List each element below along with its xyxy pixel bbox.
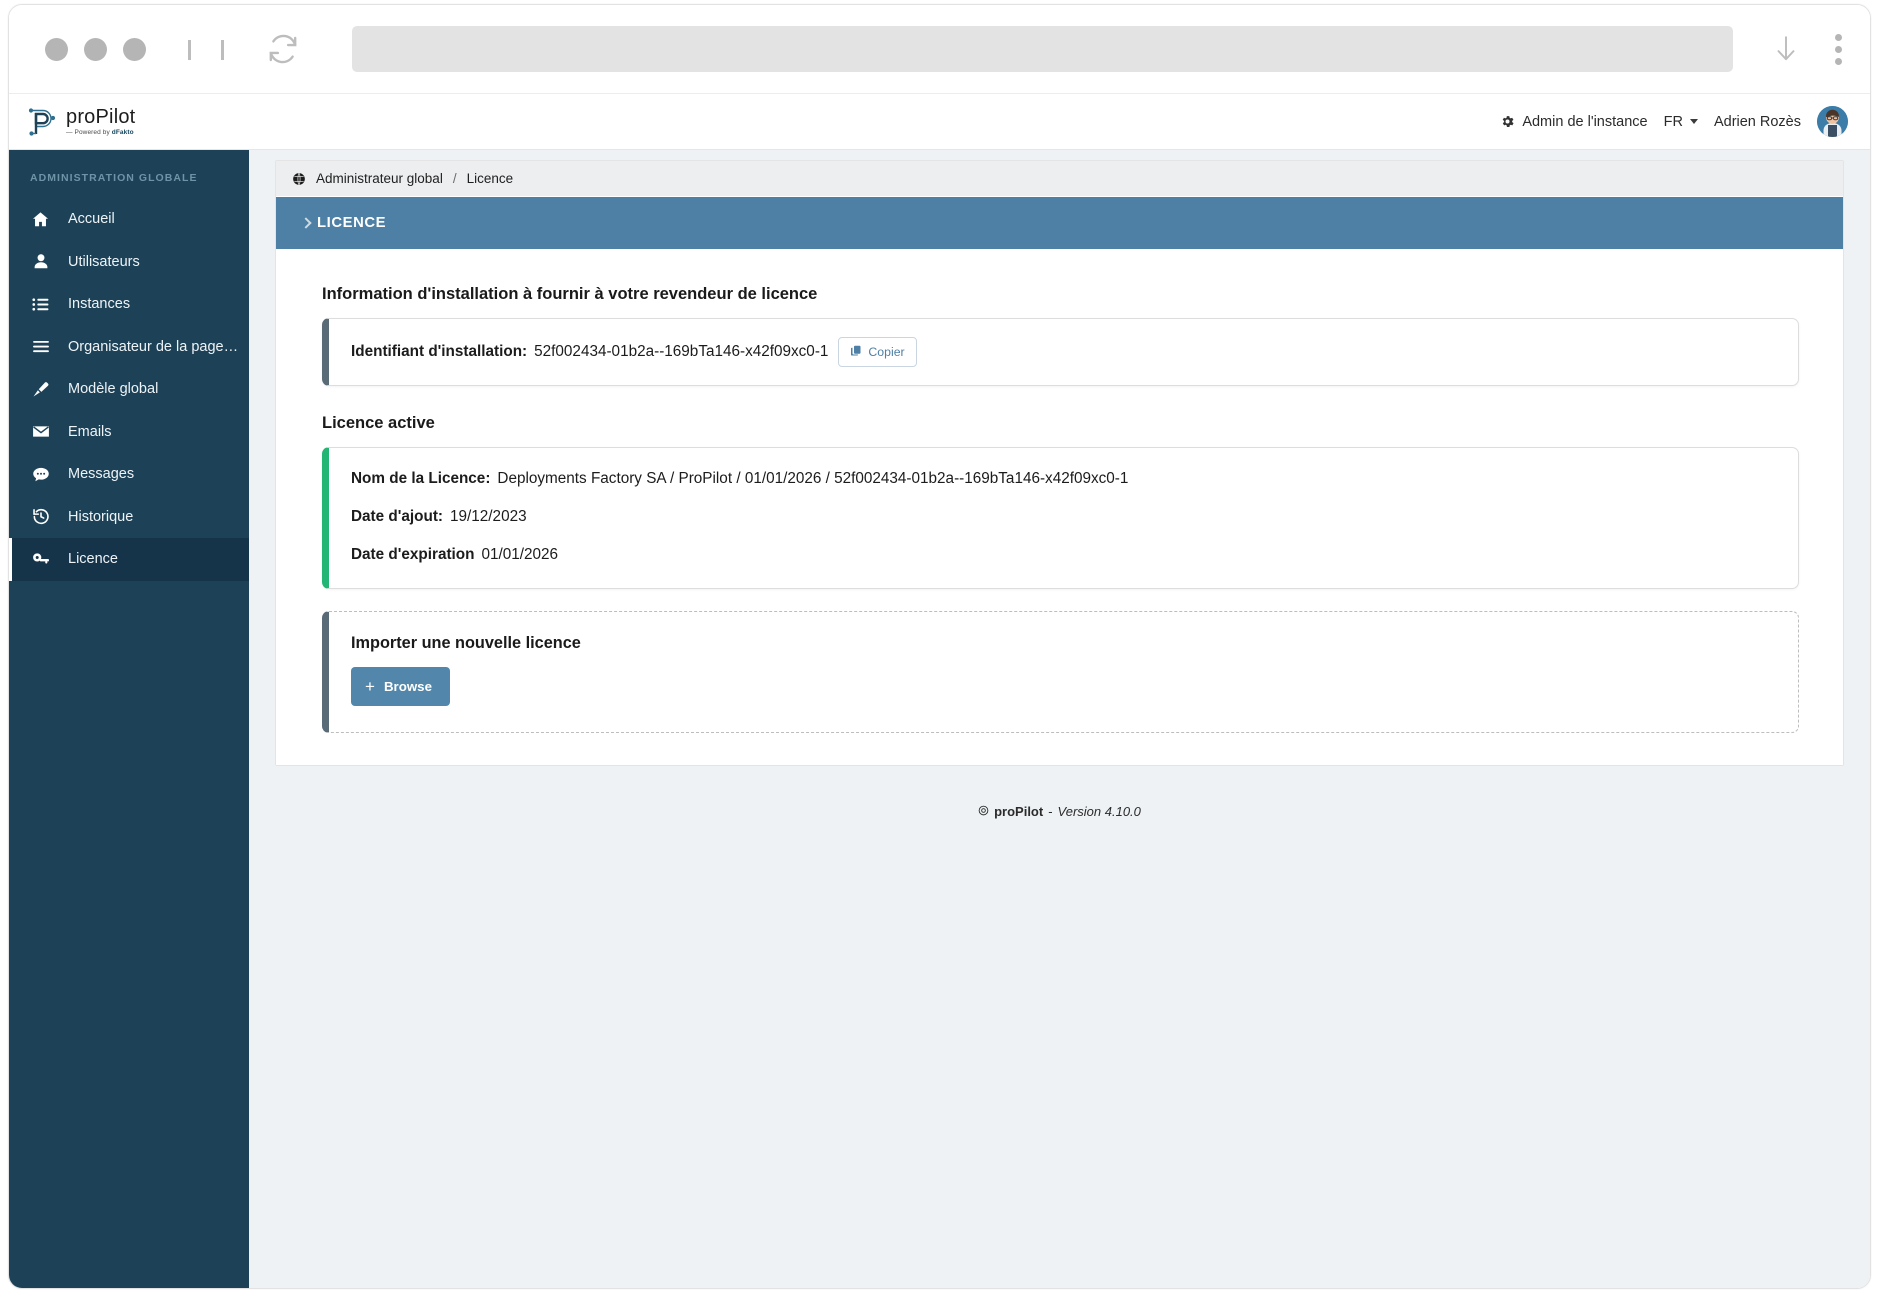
chevron-left-icon[interactable] xyxy=(188,40,191,58)
logo-wordmark: proPilot xyxy=(66,107,135,127)
license-expiry-value: 01/01/2026 xyxy=(482,546,559,564)
user-name-label[interactable]: Adrien Rozès xyxy=(1714,114,1801,130)
copyright-icon xyxy=(978,804,989,819)
minimize-window-button[interactable] xyxy=(84,38,107,61)
sidebar-item-messages[interactable]: Messages xyxy=(9,453,249,496)
sidebar-item-label: Emails xyxy=(68,424,112,440)
license-name-row: Nom de la Licence: Deployments Factory S… xyxy=(351,470,1776,488)
home-icon xyxy=(30,210,51,229)
avatar[interactable] xyxy=(1817,106,1848,137)
maximize-window-button[interactable] xyxy=(123,38,146,61)
sidebar-section-title: ADMINISTRATION GLOBALE xyxy=(9,160,249,198)
sidebar-item-label: Messages xyxy=(68,466,134,482)
kebab-menu-icon[interactable] xyxy=(1835,34,1842,65)
footer: proPilot - Version 4.10.0 xyxy=(275,804,1844,819)
import-license-title: Importer une nouvelle licence xyxy=(351,634,1776,653)
sidebar-item-label: Licence xyxy=(68,551,118,567)
propilot-mark-icon xyxy=(27,106,57,138)
breadcrumb-root[interactable]: Administrateur global xyxy=(316,171,443,186)
copy-icon xyxy=(850,344,862,360)
install-info-title: Information d'installation à fournir à v… xyxy=(322,285,1821,304)
window-traffic-lights[interactable] xyxy=(45,38,146,61)
sidebar: ADMINISTRATION GLOBALE Accueil Utilisate… xyxy=(9,150,249,1288)
copy-button[interactable]: Copier xyxy=(838,337,916,367)
paintbrush-icon xyxy=(30,380,51,399)
breadcrumb-separator: / xyxy=(453,171,457,186)
gear-icon xyxy=(1500,114,1515,129)
browser-actions xyxy=(1773,34,1842,65)
language-label: FR xyxy=(1664,114,1683,130)
browse-button[interactable]: + Browse xyxy=(351,667,450,706)
install-id-line: Identifiant d'installation: 52f002434-01… xyxy=(351,343,828,361)
globe-icon xyxy=(292,172,306,186)
browse-button-label: Browse xyxy=(384,679,432,694)
license-name-label: Nom de la Licence: xyxy=(351,470,490,488)
footer-brand: proPilot xyxy=(994,804,1043,819)
license-added-label: Date d'ajout: xyxy=(351,508,443,526)
sidebar-item-organisateur[interactable]: Organisateur de la page d'a... xyxy=(9,326,249,369)
chevron-down-icon xyxy=(1690,119,1698,124)
license-added-row: Date d'ajout: 19/12/2023 xyxy=(351,508,1776,526)
active-license-card: Nom de la Licence: Deployments Factory S… xyxy=(322,447,1799,589)
close-window-button[interactable] xyxy=(45,38,68,61)
sidebar-item-instances[interactable]: Instances xyxy=(9,283,249,326)
language-selector[interactable]: FR xyxy=(1664,114,1698,130)
list-icon xyxy=(30,295,51,314)
browser-toolbar xyxy=(9,5,1870,94)
menu-lines-icon xyxy=(30,337,51,356)
sidebar-item-label: Accueil xyxy=(68,211,115,227)
user-icon xyxy=(30,252,51,271)
download-arrow-icon[interactable] xyxy=(1773,34,1799,64)
install-id-value: 52f002434-01b2a--169bTa146-x42f09xc0-1 xyxy=(534,343,828,361)
sidebar-item-modele-global[interactable]: Modèle global xyxy=(9,368,249,411)
install-id-label: Identifiant d'installation: xyxy=(351,343,527,361)
panel-body: Information d'installation à fournir à v… xyxy=(276,249,1843,765)
license-expiry-row: Date d'expiration 01/01/2026 xyxy=(351,546,1776,564)
sidebar-item-emails[interactable]: Emails xyxy=(9,411,249,454)
sidebar-item-utilisateurs[interactable]: Utilisateurs xyxy=(9,241,249,284)
import-license-card: Importer une nouvelle licence + Browse xyxy=(322,611,1799,733)
breadcrumb-current: Licence xyxy=(467,171,514,186)
chat-bubble-icon xyxy=(30,465,51,484)
envelope-icon xyxy=(30,422,51,441)
reload-icon[interactable] xyxy=(266,32,300,66)
license-expiry-label: Date d'expiration xyxy=(351,546,475,564)
plus-icon: + xyxy=(365,678,375,695)
active-license-title: Licence active xyxy=(322,414,1821,433)
address-bar[interactable] xyxy=(352,26,1733,72)
sidebar-item-accueil[interactable]: Accueil xyxy=(9,198,249,241)
sidebar-item-historique[interactable]: Historique xyxy=(9,496,249,539)
footer-dash: - xyxy=(1048,804,1052,819)
footer-version: Version 4.10.0 xyxy=(1058,804,1141,819)
sidebar-item-label: Utilisateurs xyxy=(68,254,140,270)
instance-admin-button[interactable]: Admin de l'instance xyxy=(1500,114,1647,130)
header-right-cluster: Admin de l'instance FR Adrien Rozès xyxy=(1500,106,1848,137)
sidebar-item-label: Modèle global xyxy=(68,381,158,397)
page-container: Administrateur global / Licence LICENCE … xyxy=(275,160,1844,766)
page-title: LICENCE xyxy=(317,215,386,231)
sidebar-item-label: Historique xyxy=(68,509,133,525)
breadcrumb: Administrateur global / Licence xyxy=(276,161,1843,197)
browser-navigation xyxy=(188,40,224,58)
copy-button-label: Copier xyxy=(868,345,904,359)
sidebar-item-label: Organisateur de la page d'a... xyxy=(68,339,240,355)
logo-tagline: — Powered by dFakto xyxy=(66,130,135,137)
sidebar-item-label: Instances xyxy=(68,296,130,312)
app-body: ADMINISTRATION GLOBALE Accueil Utilisate… xyxy=(9,150,1870,1288)
chevron-right-icon xyxy=(300,217,311,228)
license-name-value: Deployments Factory SA / ProPilot / 01/0… xyxy=(497,470,1128,488)
instance-admin-label: Admin de l'instance xyxy=(1522,114,1647,130)
panel-header[interactable]: LICENCE xyxy=(276,197,1843,249)
license-added-value: 19/12/2023 xyxy=(450,508,527,526)
main-content: Administrateur global / Licence LICENCE … xyxy=(249,150,1870,1288)
app-header: proPilot — Powered by dFakto Admin de l'… xyxy=(9,94,1870,150)
chevron-right-icon[interactable] xyxy=(221,40,224,58)
propilot-logo[interactable]: proPilot — Powered by dFakto xyxy=(27,106,135,138)
history-clock-icon xyxy=(30,507,51,526)
sidebar-item-licence[interactable]: Licence xyxy=(9,538,249,581)
key-icon xyxy=(30,550,51,569)
install-id-card: Identifiant d'installation: 52f002434-01… xyxy=(322,318,1799,386)
browser-window: proPilot — Powered by dFakto Admin de l'… xyxy=(8,4,1871,1289)
